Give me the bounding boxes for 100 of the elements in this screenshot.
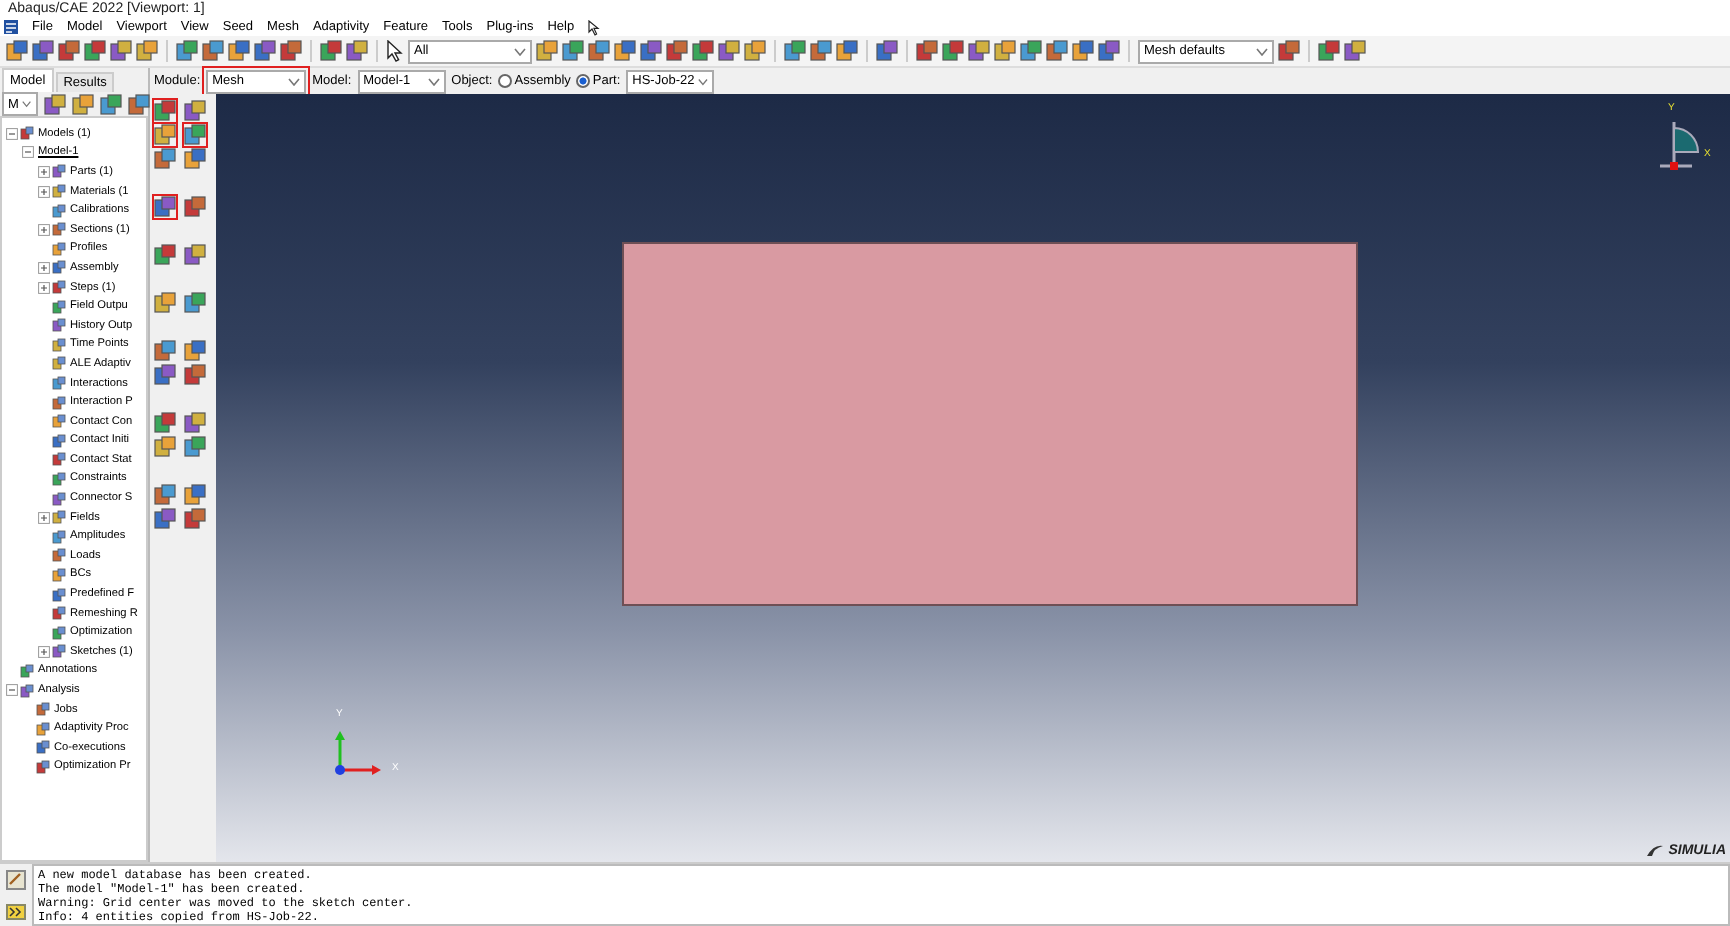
toolbox-icon[interactable] [154,147,176,169]
expand-icon[interactable] [38,645,50,658]
toolbox-icon[interactable] [184,195,206,217]
toolbox-icon[interactable] [154,243,176,265]
tool-icon[interactable] [176,40,198,62]
tree-tool-icon[interactable] [128,93,150,115]
tree-node-icon [52,529,66,544]
tool-icon[interactable] [994,40,1016,62]
tree-node-icon [52,644,66,659]
tool-icon[interactable] [32,40,54,62]
tool-icon[interactable] [744,40,766,62]
tree-node-icon [36,759,50,774]
tree-tool-icon[interactable] [100,93,122,115]
tree-node-icon [36,740,50,755]
toolbox-icon[interactable] [184,339,206,361]
toolbox-icon[interactable] [154,339,176,361]
tree-node-icon [52,452,66,467]
tool-icon[interactable] [968,40,990,62]
toolbox-icon[interactable] [184,507,206,529]
tree-node-icon [52,471,66,486]
collapse-icon[interactable] [6,127,18,140]
tool-icon[interactable] [1046,40,1068,62]
tree-node-icon [52,222,66,237]
message-icon[interactable] [6,870,26,891]
toolbox-icon[interactable] [154,363,176,385]
caret-icon [698,77,709,85]
tool-icon[interactable] [666,40,688,62]
toolbox-icon[interactable] [184,483,206,505]
tool-icon[interactable] [588,40,610,62]
tree-tool-icon[interactable] [72,93,94,115]
tree-node-icon [52,203,66,218]
tool-icon[interactable] [614,40,636,62]
tree-node-icon [20,663,34,678]
axis-triad-icon [330,730,386,778]
tool-icon[interactable] [202,40,224,62]
toolbox-icon[interactable] [154,123,176,145]
tool-icon[interactable] [136,40,158,62]
tool-icon[interactable] [58,40,80,62]
tool-icon[interactable] [1344,40,1366,62]
tree-node-icon [52,625,66,640]
tool-icon[interactable] [640,40,662,62]
expand-icon[interactable] [38,223,50,236]
tool-icon[interactable] [1020,40,1042,62]
tool-icon[interactable] [1278,40,1300,62]
tree-node-icon [52,414,66,429]
tool-icon[interactable] [1098,40,1120,62]
cursor-icon[interactable] [386,40,404,62]
toolbox-icon[interactable] [184,147,206,169]
collapse-icon[interactable] [6,684,18,697]
tool-icon[interactable] [810,40,832,62]
tool-icon[interactable] [784,40,806,62]
tool-icon[interactable] [254,40,276,62]
toolbox-icon[interactable] [184,435,206,457]
toolbox-icon[interactable] [154,99,176,121]
toolbox-icon[interactable] [154,195,176,217]
expand-icon[interactable] [38,511,50,524]
tool-icon[interactable] [876,40,898,62]
tool-icon[interactable] [562,40,584,62]
tool-icon[interactable] [1318,40,1340,62]
pointer-icon[interactable] [588,19,603,35]
caret-icon [288,77,301,85]
expand-icon[interactable] [38,185,50,198]
tool-icon[interactable] [110,40,132,62]
tool-icon[interactable] [942,40,964,62]
tree-tool-icon[interactable] [44,93,66,115]
toolbox-icon[interactable] [184,99,206,121]
expand-icon[interactable] [38,281,50,294]
toolbox-icon[interactable] [184,123,206,145]
tool-icon[interactable] [536,40,558,62]
tool-icon[interactable] [1072,40,1094,62]
toolbox-icon[interactable] [184,291,206,313]
expand-icon[interactable] [38,261,50,274]
prompt-icon[interactable] [6,903,26,920]
logo-icon [1646,844,1665,858]
toolbox-icon[interactable] [154,411,176,433]
tool-icon[interactable] [228,40,250,62]
expand-icon[interactable] [38,165,50,178]
toolbox-icon[interactable] [184,363,206,385]
tree-node-icon [52,356,66,371]
toolbox-icon[interactable] [154,435,176,457]
tool-icon[interactable] [6,40,28,62]
toolbox-icon[interactable] [154,483,176,505]
toolbox-icon[interactable] [154,507,176,529]
tool-icon[interactable] [320,40,342,62]
tool-icon[interactable] [346,40,368,62]
tool-icon[interactable] [280,40,302,62]
caret-icon [1256,47,1268,55]
collapse-icon[interactable] [22,146,34,159]
tool-icon[interactable] [692,40,714,62]
tool-icon[interactable] [836,40,858,62]
tool-icon[interactable] [916,40,938,62]
toolbox-icon[interactable] [184,243,206,265]
caret-icon [514,47,526,55]
tree-node-icon [52,510,66,525]
toolbox-icon[interactable] [154,291,176,313]
toolbox-icon[interactable] [184,411,206,433]
tool-icon[interactable] [84,40,106,62]
tool-icon[interactable] [718,40,740,62]
tree-node-icon [20,126,34,141]
tree-node-icon [36,721,50,736]
